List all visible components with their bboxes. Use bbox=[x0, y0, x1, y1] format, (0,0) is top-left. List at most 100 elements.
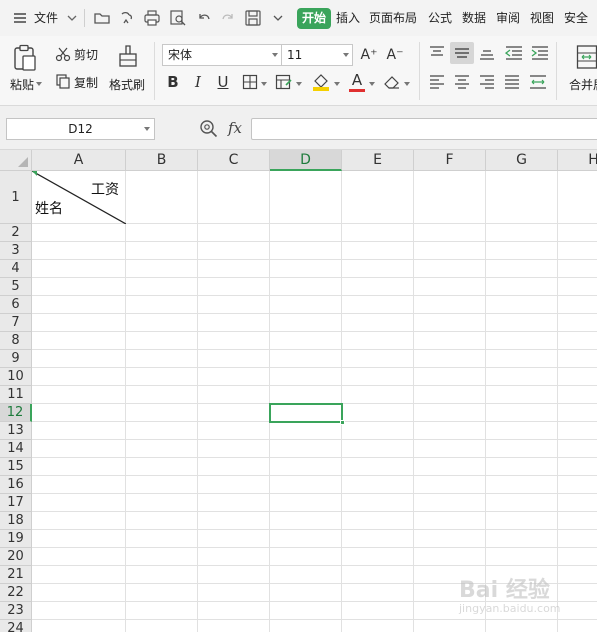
row-header-24[interactable]: 24 bbox=[0, 620, 32, 632]
row-header-20[interactable]: 20 bbox=[0, 548, 32, 566]
formula-bar: D12 fx bbox=[0, 106, 597, 150]
column-header-f[interactable]: F bbox=[414, 150, 486, 171]
save-icon[interactable] bbox=[243, 8, 263, 28]
print-icon[interactable] bbox=[142, 8, 162, 28]
increase-font-size-button[interactable]: A⁺ bbox=[358, 44, 380, 66]
file-menu[interactable]: 文件 bbox=[34, 7, 58, 29]
tab-view[interactable]: 视图 bbox=[530, 8, 554, 29]
row-header-7[interactable]: 7 bbox=[0, 314, 32, 332]
row-header-15[interactable]: 15 bbox=[0, 458, 32, 476]
format-painter-button[interactable]: 格式刷 bbox=[109, 76, 145, 93]
name-box[interactable]: D12 bbox=[6, 118, 155, 140]
font-size-select[interactable]: 11 bbox=[281, 44, 353, 66]
hamburger-menu-icon[interactable] bbox=[10, 8, 30, 28]
align-right-icon[interactable] bbox=[479, 75, 495, 89]
eraser-icon[interactable] bbox=[383, 74, 401, 90]
column-header-e[interactable]: E bbox=[342, 150, 414, 171]
row-header-6[interactable]: 6 bbox=[0, 296, 32, 314]
column-header-c[interactable]: C bbox=[198, 150, 270, 171]
row-header-3[interactable]: 3 bbox=[0, 242, 32, 260]
copy-button[interactable]: 复制 bbox=[74, 74, 98, 91]
align-left-icon[interactable] bbox=[429, 75, 445, 89]
decrease-font-size-button[interactable]: A⁻ bbox=[384, 44, 406, 66]
chevron-down-icon[interactable] bbox=[62, 8, 82, 28]
row-header-10[interactable]: 10 bbox=[0, 368, 32, 386]
undo-icon[interactable] bbox=[194, 8, 214, 28]
font-color-dropdown-arrow[interactable] bbox=[369, 82, 375, 86]
borders-icon[interactable] bbox=[242, 74, 258, 90]
row-header-19[interactable]: 19 bbox=[0, 530, 32, 548]
underline-button[interactable]: U bbox=[212, 71, 234, 93]
row-header-5[interactable]: 5 bbox=[0, 278, 32, 296]
row-header-23[interactable]: 23 bbox=[0, 602, 32, 620]
tab-home[interactable]: 开始 bbox=[297, 8, 332, 29]
insert-function-button[interactable]: fx bbox=[228, 119, 242, 137]
row-header-8[interactable]: 8 bbox=[0, 332, 32, 350]
paste-dropdown-arrow[interactable] bbox=[36, 82, 42, 86]
align-bottom-icon[interactable] bbox=[479, 46, 495, 60]
decrease-indent-icon[interactable] bbox=[505, 46, 523, 60]
row-header-14[interactable]: 14 bbox=[0, 440, 32, 458]
column-header-d[interactable]: D bbox=[270, 150, 342, 171]
cut-button[interactable]: 剪切 bbox=[74, 46, 98, 63]
tab-formulas[interactable]: 公式 bbox=[428, 8, 452, 29]
column-header-h[interactable]: H bbox=[558, 150, 597, 171]
row-header-18[interactable]: 18 bbox=[0, 512, 32, 530]
italic-button[interactable]: I bbox=[187, 71, 209, 93]
format-painter-icon[interactable] bbox=[116, 44, 140, 70]
paste-icon[interactable] bbox=[12, 44, 38, 72]
fill-color-dropdown-arrow[interactable] bbox=[334, 82, 340, 86]
row-header-2[interactable]: 2 bbox=[0, 224, 32, 242]
cell-style-dropdown-arrow[interactable] bbox=[296, 82, 302, 86]
row-header-9[interactable]: 9 bbox=[0, 350, 32, 368]
scissors-icon[interactable] bbox=[55, 46, 71, 62]
row-header-13[interactable]: 13 bbox=[0, 422, 32, 440]
formula-input[interactable] bbox=[251, 118, 597, 140]
fill-color-icon[interactable] bbox=[311, 72, 331, 92]
align-middle-button[interactable] bbox=[450, 42, 474, 64]
spreadsheet-grid[interactable]: A B C D E F G H 1 2 3 4 5 6 7 8 9 10 11 … bbox=[0, 150, 597, 632]
tab-security[interactable]: 安全 bbox=[564, 8, 588, 29]
row-header-16[interactable]: 16 bbox=[0, 476, 32, 494]
column-header-g[interactable]: G bbox=[486, 150, 558, 171]
customize-toolbar-chevron-icon[interactable] bbox=[268, 8, 288, 28]
font-color-button[interactable]: A bbox=[348, 71, 366, 93]
row-header-22[interactable]: 22 bbox=[0, 584, 32, 602]
gridline bbox=[32, 241, 597, 242]
zoom-magnifier-icon[interactable] bbox=[199, 119, 219, 139]
distributed-align-icon[interactable] bbox=[529, 75, 547, 89]
align-center-icon[interactable] bbox=[454, 75, 470, 89]
tab-insert[interactable]: 插入 bbox=[336, 8, 360, 29]
merge-center-button[interactable]: 合并居 bbox=[569, 76, 597, 93]
tab-data[interactable]: 数据 bbox=[462, 8, 486, 29]
column-header-b[interactable]: B bbox=[126, 150, 198, 171]
increase-indent-icon[interactable] bbox=[531, 46, 549, 60]
tab-review[interactable]: 审阅 bbox=[496, 8, 520, 29]
column-header-a[interactable]: A bbox=[32, 150, 126, 171]
row-header-11[interactable]: 11 bbox=[0, 386, 32, 404]
print-preview-icon[interactable] bbox=[168, 8, 188, 28]
cloud-save-icon[interactable] bbox=[116, 8, 136, 28]
cell-a1[interactable]: 工资 姓名 bbox=[32, 171, 126, 224]
fill-handle[interactable] bbox=[340, 420, 345, 425]
font-name-select[interactable]: 宋体 bbox=[162, 44, 282, 66]
row-header-1[interactable]: 1 bbox=[0, 171, 32, 224]
row-header-17[interactable]: 17 bbox=[0, 494, 32, 512]
cell-style-icon[interactable] bbox=[275, 74, 293, 90]
bold-button[interactable]: B bbox=[162, 71, 184, 93]
paste-button[interactable]: 粘贴 bbox=[10, 76, 34, 93]
select-all-corner[interactable] bbox=[0, 150, 32, 171]
clear-dropdown-arrow[interactable] bbox=[404, 82, 410, 86]
row-header-4[interactable]: 4 bbox=[0, 260, 32, 278]
tab-page-layout[interactable]: 页面布局 bbox=[369, 8, 417, 29]
redo-icon[interactable] bbox=[218, 8, 238, 28]
row-header-12[interactable]: 12 bbox=[0, 404, 32, 422]
align-top-icon[interactable] bbox=[429, 46, 445, 60]
borders-dropdown-arrow[interactable] bbox=[261, 82, 267, 86]
copy-icon[interactable] bbox=[55, 73, 71, 89]
active-cell-d12[interactable] bbox=[269, 403, 345, 425]
justify-icon[interactable] bbox=[504, 75, 520, 89]
open-folder-icon[interactable] bbox=[92, 8, 112, 28]
merge-cells-icon[interactable] bbox=[576, 44, 597, 70]
row-header-21[interactable]: 21 bbox=[0, 566, 32, 584]
